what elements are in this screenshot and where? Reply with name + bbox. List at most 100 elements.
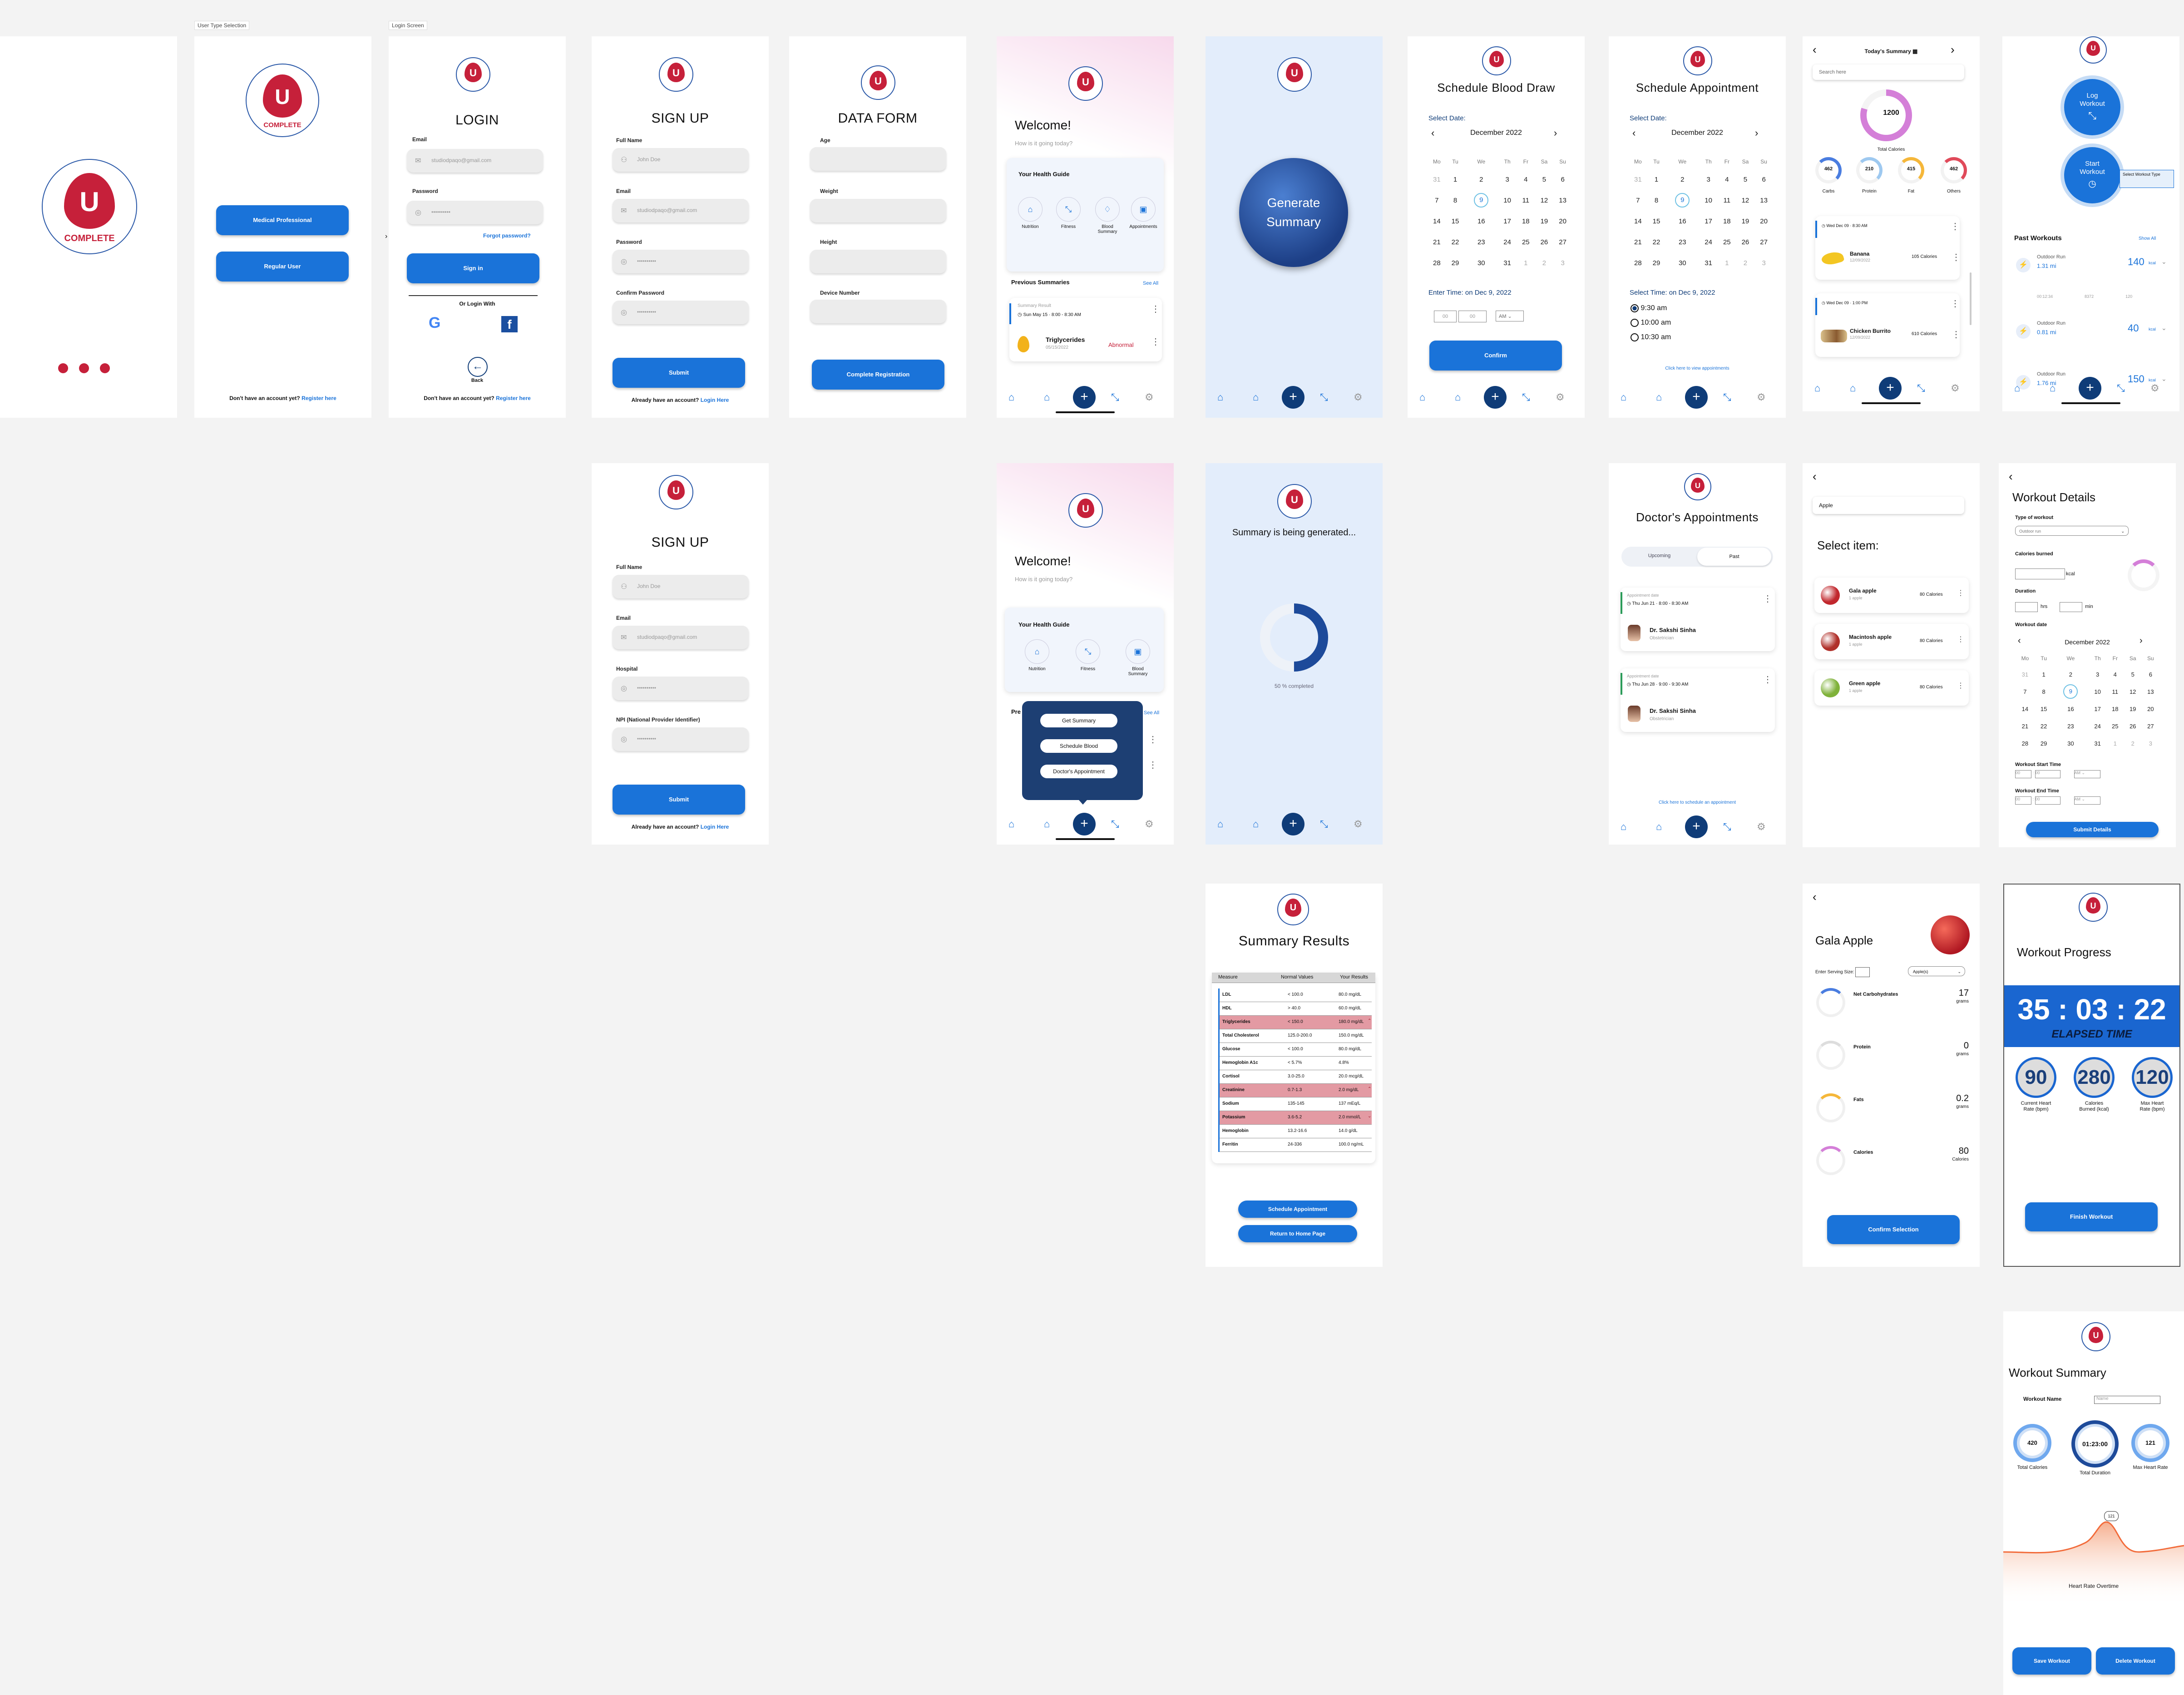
register-link[interactable]: Register here — [301, 395, 336, 401]
calendar-day[interactable]: 3 — [1699, 169, 1718, 190]
nutrition-tile[interactable]: ⌂ Nutrition — [1017, 197, 1044, 229]
calendar-day[interactable]: 5 — [1535, 169, 1554, 190]
calendar-day[interactable]: 11 — [1718, 190, 1736, 211]
nutrition-nav-icon[interactable]: ⌂ — [1850, 382, 1856, 394]
calendar-day[interactable]: 6 — [1553, 169, 1572, 190]
time-option[interactable]: 9:30 am — [1631, 304, 1667, 312]
home-icon[interactable]: ⌂ — [1419, 391, 1425, 403]
doctors-appointment-menu-item[interactable]: Doctor's Appointment — [1040, 765, 1117, 778]
sign-in-button[interactable]: Sign in — [407, 253, 539, 283]
scrollbar[interactable] — [1970, 272, 1972, 325]
calendar-day[interactable]: 31 — [1428, 169, 1446, 190]
calendar-day[interactable]: 8 — [1446, 190, 1465, 211]
get-summary-menu-item[interactable]: Get Summary — [1040, 714, 1117, 727]
calendar-day[interactable]: 4 — [1517, 169, 1535, 190]
chevron-down-icon[interactable]: ⌄ — [2161, 324, 2167, 332]
confirm-button[interactable]: Confirm — [1429, 341, 1562, 371]
calendar-day[interactable]: 22 — [1647, 232, 1666, 252]
blood-summary-tile[interactable]: ♢ Blood Summary — [1094, 197, 1121, 234]
calendar-day[interactable]: 24 — [2089, 717, 2106, 735]
settings-icon[interactable]: ⚙ — [2150, 382, 2159, 394]
workout-type-tooltip[interactable]: Select Workout Type — [2120, 170, 2174, 188]
appointment-card[interactable]: Appointment date ◷ Thu Jun 21 · 8:00 - 8… — [1621, 588, 1775, 651]
calendar-day[interactable]: 28 — [2015, 735, 2035, 752]
search-input[interactable]: Search here — [1813, 64, 1964, 80]
nutrition-nav-icon[interactable]: ⌂ — [1044, 391, 1050, 403]
workout-row[interactable]: ⚡ Outdoor Run 1.31 mi 140 kcal ⌄ — [2011, 250, 2170, 277]
calendar-day[interactable]: 14 — [1629, 211, 1647, 232]
schedule-blood-menu-item[interactable]: Schedule Blood — [1040, 739, 1117, 753]
meal-card[interactable]: ◷ Wed Dec 09 · 8:30 AM Banana 12/09/2022… — [1815, 216, 1961, 280]
calendar-day[interactable]: 11 — [1517, 190, 1535, 211]
add-button[interactable]: + — [1685, 386, 1708, 409]
nutrition-nav-icon[interactable]: ⌂ — [1455, 391, 1461, 403]
login-link[interactable]: Login Here — [701, 397, 729, 403]
calendar-day[interactable]: 20 — [1553, 211, 1572, 232]
more-icon[interactable]: ⋮ — [1151, 336, 1160, 347]
more-icon[interactable]: ⋮ — [1957, 635, 1964, 644]
calendar-day[interactable]: 29 — [1446, 252, 1465, 273]
calendar-day[interactable]: 28 — [1428, 252, 1446, 273]
calendar-day[interactable]: 18 — [1517, 211, 1535, 232]
minutes-field[interactable] — [2060, 602, 2082, 612]
submit-details-button[interactable]: Submit Details — [2026, 822, 2159, 837]
medical-professional-button[interactable]: Medical Professional — [216, 205, 349, 235]
calendar-day[interactable]: 2 — [1665, 169, 1699, 190]
appointments-tile[interactable]: ▣ Appointments — [1128, 197, 1158, 229]
email-field[interactable]: ✉ studiodpaqo@gmail.com — [613, 199, 749, 222]
home-icon[interactable]: ⌂ — [1217, 818, 1223, 830]
login-link[interactable]: Login Here — [701, 824, 729, 830]
nutrition-nav-icon[interactable]: ⌂ — [1656, 821, 1662, 833]
calendar-day[interactable]: 7 — [2015, 683, 2035, 700]
calendar-day[interactable]: 8 — [1647, 190, 1666, 211]
calendar[interactable]: Mo Tu We Th Fr Sa Su 31 1 2 3 4 5 6 7 8 9 10 11 12 13 14 15 16 1… — [1428, 154, 1572, 273]
tab-past[interactable]: Past — [1697, 548, 1771, 566]
calendar-day[interactable]: 7 — [1428, 190, 1446, 211]
serving-input[interactable] — [1855, 967, 1870, 977]
home-icon[interactable]: ⌂ — [1621, 391, 1626, 403]
fitness-nav-icon[interactable]: ⤡ — [2117, 382, 2125, 394]
calendar-day[interactable]: 22 — [2035, 717, 2053, 735]
calendar-icon[interactable]: ▦ — [1912, 48, 1917, 54]
hospital-field[interactable]: ◎ •••••••••• — [613, 677, 749, 700]
hours-field[interactable] — [2015, 602, 2038, 612]
calendar-day[interactable]: 17 — [2089, 700, 2106, 717]
calendar-day[interactable]: 20 — [2142, 700, 2159, 717]
calendar-day[interactable]: 1 — [1718, 252, 1736, 273]
add-button[interactable]: + — [1282, 813, 1304, 835]
calendar-day[interactable]: 27 — [2142, 717, 2159, 735]
calendar-day[interactable]: 13 — [1553, 190, 1572, 211]
time-option[interactable]: 10:30 am — [1631, 333, 1671, 341]
calendar-day[interactable]: 30 — [2052, 735, 2089, 752]
height-field[interactable] — [810, 250, 946, 273]
calendar-day[interactable]: 9 — [1665, 190, 1699, 211]
hour-field[interactable]: 00 — [1434, 311, 1457, 322]
calendar-day[interactable]: 2 — [1535, 252, 1554, 273]
calendar-day[interactable]: 27 — [1553, 232, 1572, 252]
delete-workout-button[interactable]: Delete Workout — [2096, 1647, 2175, 1675]
calendar-day[interactable]: 27 — [1754, 232, 1773, 252]
calendar-day[interactable]: 2 — [2124, 735, 2142, 752]
calendar-day[interactable]: 20 — [1754, 211, 1773, 232]
calendar-day[interactable]: 16 — [1464, 211, 1498, 232]
add-button[interactable]: + — [2079, 377, 2101, 400]
fitness-nav-icon[interactable]: ⤡ — [1723, 821, 1731, 833]
see-all-link[interactable]: See All — [1144, 710, 1159, 716]
home-icon[interactable]: ⌂ — [1621, 821, 1626, 833]
calendar-day[interactable]: 25 — [2106, 717, 2124, 735]
nutrition-nav-icon[interactable]: ⌂ — [2050, 382, 2056, 394]
calendar-day[interactable]: 3 — [1754, 252, 1773, 273]
home-icon[interactable]: ⌂ — [1008, 391, 1014, 403]
calendar-day[interactable]: 14 — [1428, 211, 1446, 232]
next-month-icon[interactable]: › — [1554, 127, 1557, 139]
calendar-day[interactable]: 31 — [1629, 169, 1647, 190]
calendar[interactable]: Mo Tu We Th Fr Sa Su 31 1 2 3 4 5 6 7 8 9 10 11 12 13 14 15 16 1… — [1629, 154, 1773, 273]
calendar-day[interactable]: 3 — [2089, 666, 2106, 683]
list-item[interactable]: Macintosh apple 1 apple 80 Calories ⋮ — [1814, 624, 1969, 659]
calendar-day[interactable]: 24 — [1699, 232, 1718, 252]
workout-type-select[interactable]: Outdoor run ⌄ — [2015, 526, 2129, 536]
calendar-day[interactable]: 31 — [2089, 735, 2106, 752]
settings-icon[interactable]: ⚙ — [1757, 391, 1766, 403]
more-icon[interactable]: ⋮ — [1951, 298, 1960, 309]
more-icon[interactable]: ⋮ — [1148, 759, 1157, 771]
